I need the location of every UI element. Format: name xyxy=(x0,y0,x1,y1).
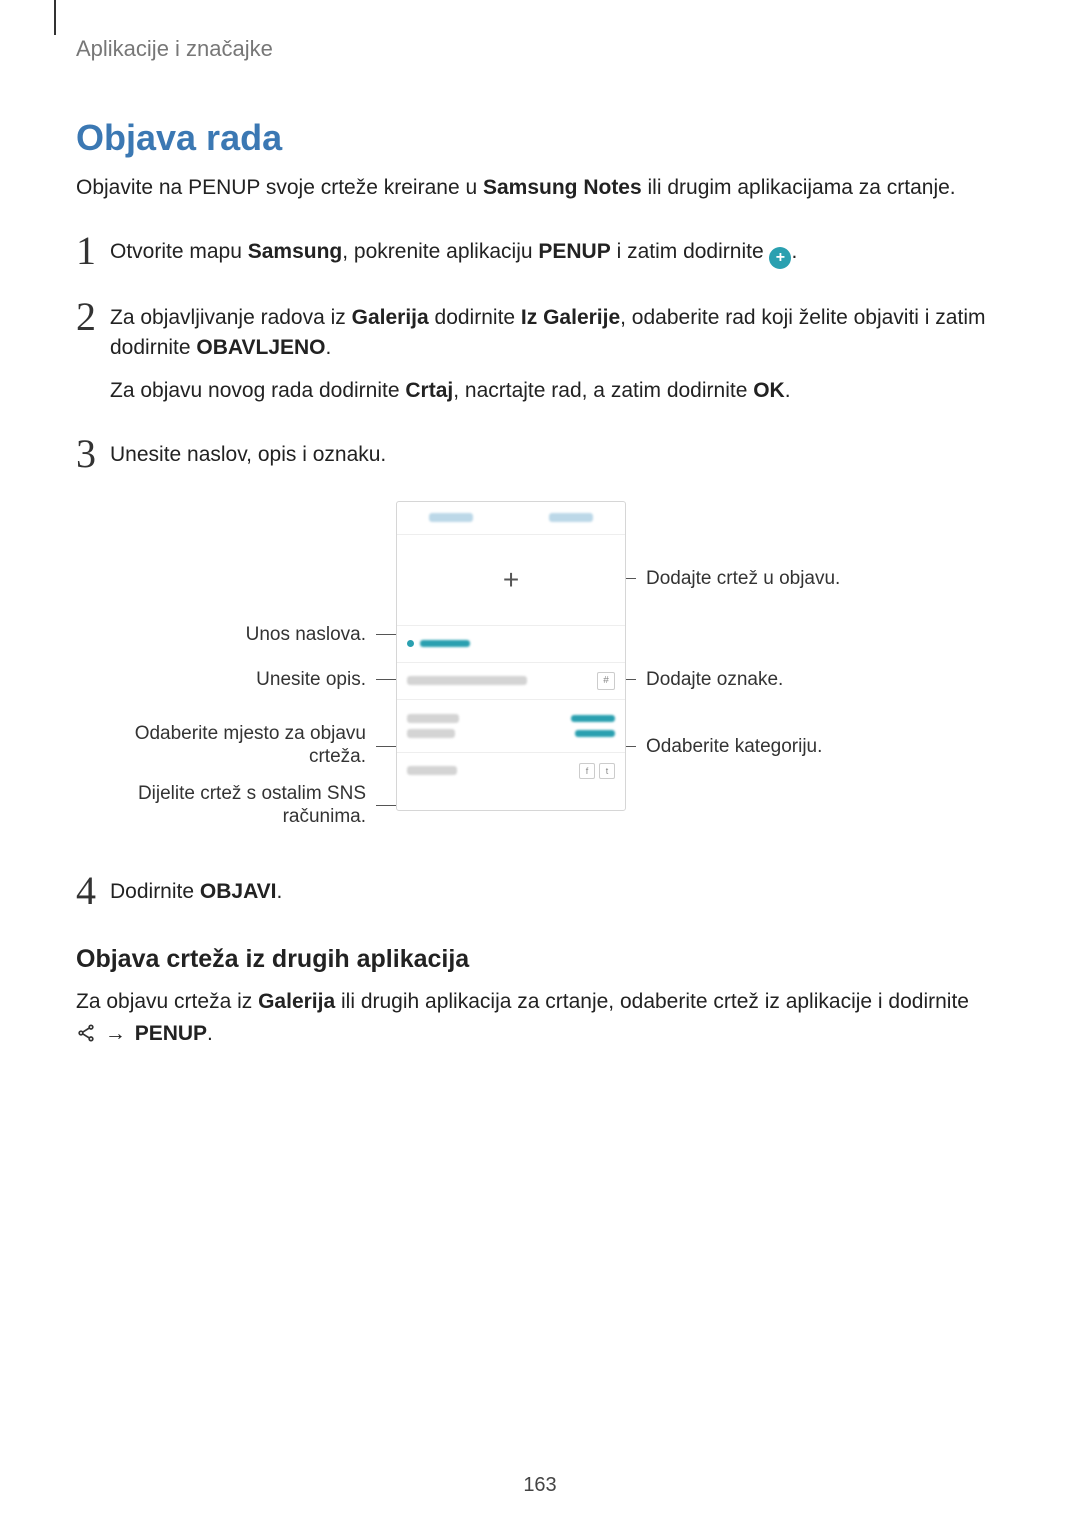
intro-paragraph: Objavite na PENUP svoje crteže kreirane … xyxy=(76,173,1004,203)
callout-share-sns: Dijelite crtež s ostalim SNS računima. xyxy=(106,783,366,829)
dot-icon xyxy=(407,640,414,647)
step-1-number: 1 xyxy=(76,231,110,271)
blur-text xyxy=(420,640,470,647)
step-3-text: Unesite naslov, opis i oznaku. xyxy=(110,440,386,470)
plus-icon: + xyxy=(769,247,791,269)
step-4-b1: OBJAVI xyxy=(200,880,277,903)
phone-add-area: + xyxy=(397,535,625,626)
blur-text xyxy=(429,513,473,522)
step-4-number: 4 xyxy=(76,871,110,911)
phone-row-title xyxy=(397,626,625,663)
sub-end: . xyxy=(207,1022,213,1045)
callout-enter-title: Unos naslova. xyxy=(106,624,366,647)
twitter-icon: t xyxy=(599,763,615,779)
step-1-b2: PENUP xyxy=(538,240,610,263)
step-2: 2 Za objavljivanje radova iz Galerija do… xyxy=(76,297,1004,418)
sub-b1: Galerija xyxy=(258,990,335,1013)
blur-text xyxy=(407,676,527,685)
step-1: 1 Otvorite mapu Samsung, pokrenite aplik… xyxy=(76,231,1004,281)
step-2-p1-b2: Iz Galerije xyxy=(521,306,620,329)
step-4-pre: Dodirnite xyxy=(110,880,200,903)
step-2-number: 2 xyxy=(76,297,110,337)
step-2-p2-b2: OK xyxy=(753,379,785,402)
step-3-number: 3 xyxy=(76,434,110,474)
page-number: 163 xyxy=(0,1474,1080,1497)
step-2-p2-mid: , nacrtajte rad, a zatim dodirnite xyxy=(453,379,753,402)
sub-b2: PENUP xyxy=(135,1022,207,1045)
step-2-p1-pre: Za objavljivanje radova iz xyxy=(110,306,352,329)
callout-enter-desc: Unesite opis. xyxy=(106,669,366,692)
step-2-p2-end: . xyxy=(785,379,791,402)
diagram: + # xyxy=(106,501,1004,841)
phone-row-desc: # xyxy=(397,663,625,700)
blur-text xyxy=(549,513,593,522)
steps-list: 1 Otvorite mapu Samsung, pokrenite aplik… xyxy=(76,231,1004,482)
step-3: 3 Unesite naslov, opis i oznaku. xyxy=(76,434,1004,482)
step-4: 4 Dodirnite OBJAVI. xyxy=(76,871,1004,919)
phone-top-bar xyxy=(397,502,625,535)
section-title: Objava rada xyxy=(76,117,1004,159)
step-1-end: . xyxy=(791,240,797,263)
callout-loc-1: Odaberite mjesto za objavu xyxy=(135,723,366,744)
header-label: Aplikacije i značajke xyxy=(76,36,1004,62)
step-1-post: i zatim dodirnite xyxy=(611,240,770,263)
step-1-pre: Otvorite mapu xyxy=(110,240,248,263)
page-left-rule xyxy=(54,0,56,35)
intro-bold: Samsung Notes xyxy=(483,176,642,199)
step-2-p1-mid1: dodirnite xyxy=(429,306,521,329)
steps-list-continued: 4 Dodirnite OBJAVI. xyxy=(76,871,1004,919)
callout-loc-2: crteža. xyxy=(309,746,366,767)
callout-sns-2: računima. xyxy=(283,806,366,827)
blur-text xyxy=(575,730,615,737)
step-1-mid: , pokrenite aplikaciju xyxy=(342,240,538,263)
callout-sns-1: Dijelite crtež s ostalim SNS xyxy=(138,783,366,804)
page-content: Aplikacije i značajke Objava rada Objavi… xyxy=(0,0,1080,1052)
phone-row-collection xyxy=(397,700,625,753)
callout-add-artwork: Dodajte crtež u objavu. xyxy=(646,568,840,591)
step-2-p1-b1: Galerija xyxy=(352,306,429,329)
blur-text xyxy=(571,715,615,722)
hash-icon: # xyxy=(597,672,615,690)
sub-mid: ili drugih aplikacija za crtanje, odaber… xyxy=(335,990,969,1013)
blur-text xyxy=(407,766,457,775)
blur-text xyxy=(407,714,459,723)
step-1-b1: Samsung xyxy=(248,240,343,263)
plus-add-icon: + xyxy=(503,564,519,596)
step-4-end: . xyxy=(277,880,283,903)
phone-row-share: f t xyxy=(397,753,625,789)
sub-paragraph: Za objavu crteža iz Galerija ili drugih … xyxy=(76,986,1004,1052)
callout-add-tags: Dodajte oznake. xyxy=(646,669,783,692)
sub-pre: Za objavu crteža iz xyxy=(76,990,258,1013)
subheading: Objava crteža iz drugih aplikacija xyxy=(76,945,1004,974)
facebook-icon: f xyxy=(579,763,595,779)
step-2-p2-b1: Crtaj xyxy=(405,379,453,402)
step-2-p1-b3: OBAVLJENO xyxy=(196,336,325,359)
phone-mock: + # xyxy=(396,501,626,811)
callout-post-location: Odaberite mjesto za objavu crteža. xyxy=(106,723,366,769)
step-2-p2-pre: Za objavu novog rada dodirnite xyxy=(110,379,405,402)
share-icon xyxy=(76,1021,96,1053)
callout-select-category: Odaberite kategoriju. xyxy=(646,736,822,759)
intro-pre: Objavite na PENUP svoje crteže kreirane … xyxy=(76,176,483,199)
blur-text xyxy=(407,729,455,738)
arrow-icon: → xyxy=(105,1022,126,1045)
intro-post: ili drugim aplikacijama za crtanje. xyxy=(642,176,956,199)
step-2-p1-end: . xyxy=(326,336,332,359)
sns-icons: f t xyxy=(579,763,615,779)
